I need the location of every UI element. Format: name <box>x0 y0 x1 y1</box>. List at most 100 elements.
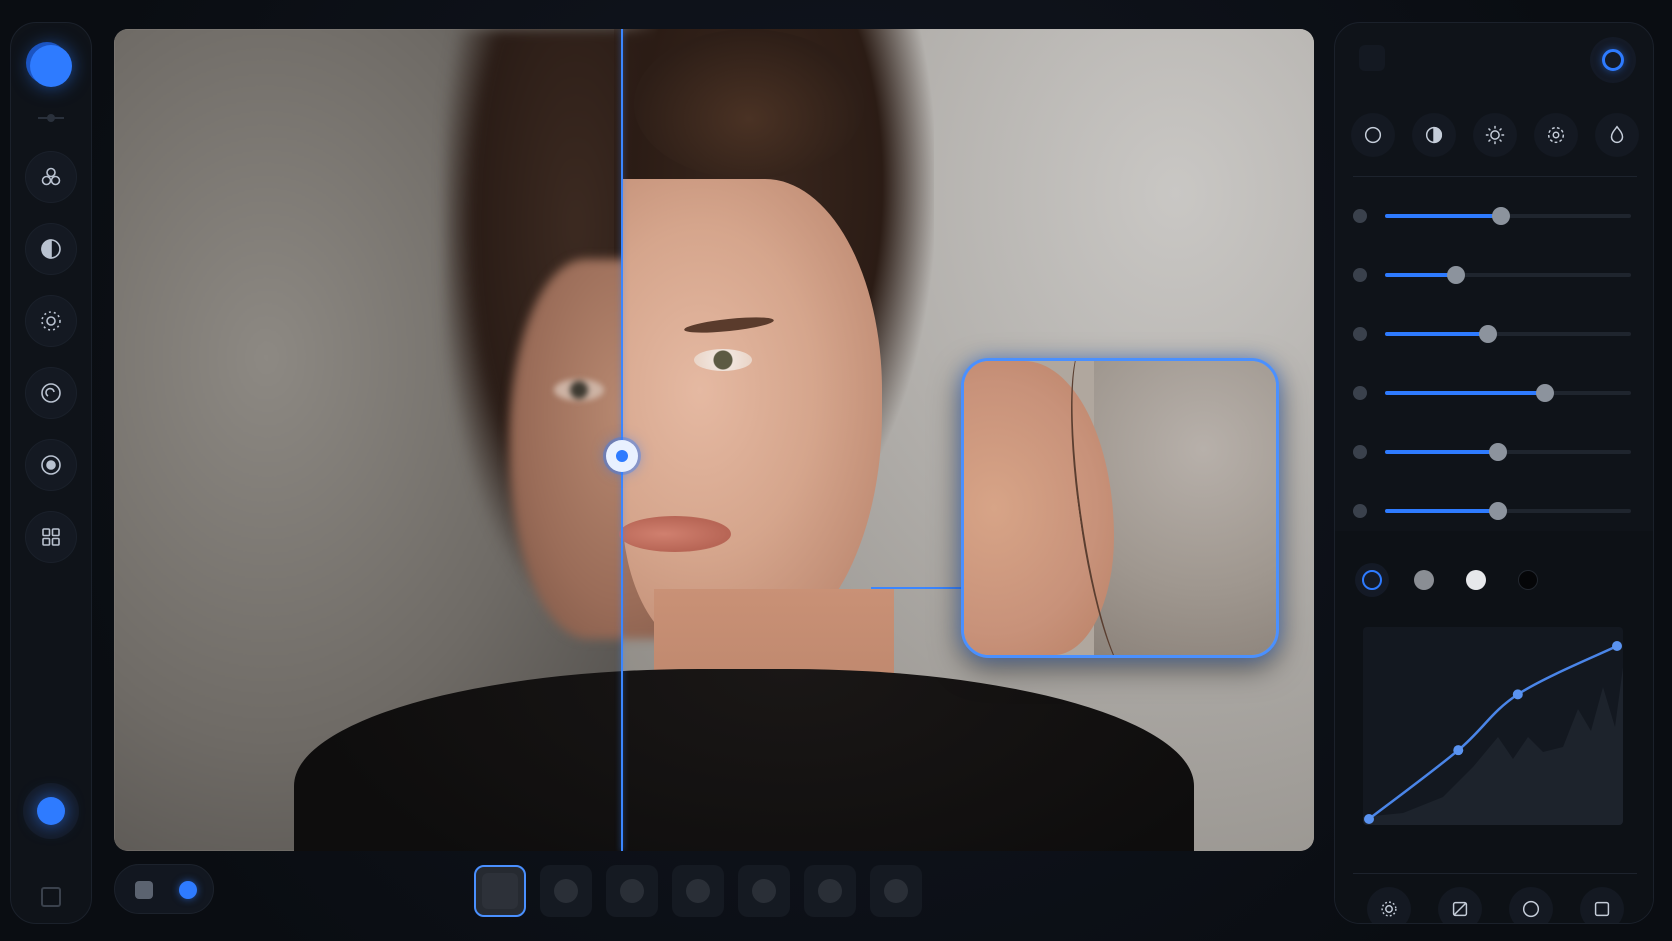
channel-rgb-button[interactable] <box>1355 563 1389 597</box>
slider-knob[interactable] <box>1489 502 1508 520</box>
loupe-connector-line <box>871 587 961 589</box>
filmstrip-thumbnail[interactable] <box>870 865 922 917</box>
tone-curve-graph[interactable] <box>1363 627 1623 825</box>
histogram-area <box>1363 667 1623 825</box>
single-view-button[interactable] <box>135 881 153 899</box>
slider-fill <box>1385 509 1499 513</box>
color-adjust-button[interactable] <box>1595 113 1639 157</box>
square-icon <box>1594 901 1609 917</box>
target-tool-button[interactable] <box>25 439 77 491</box>
exposure-tool-button[interactable] <box>25 295 77 347</box>
sun-icon <box>1485 125 1505 145</box>
contrast-icon <box>1425 126 1443 144</box>
channel-gray-button[interactable] <box>1407 563 1441 597</box>
slider-fill <box>1385 391 1545 395</box>
curve-control-point[interactable] <box>1612 641 1622 652</box>
slider-bullet <box>1353 386 1367 400</box>
target-icon <box>41 455 61 475</box>
zoom-loupe[interactable] <box>961 358 1279 658</box>
slider-fill <box>1385 273 1457 277</box>
channel-white-button[interactable] <box>1459 563 1493 597</box>
basic-adjust-button[interactable] <box>1351 113 1395 157</box>
circle-icon <box>1522 900 1539 918</box>
slider-track[interactable] <box>1385 502 1631 520</box>
exposure-icon <box>41 311 61 331</box>
spiral-tool-button[interactable] <box>25 367 77 419</box>
slider-knob[interactable] <box>1479 325 1498 343</box>
adjustment-slider[interactable] <box>1353 429 1637 488</box>
slider-track[interactable] <box>1385 266 1631 284</box>
contrast-adjust-button[interactable] <box>1412 113 1456 157</box>
detail-adjust-button[interactable] <box>1534 113 1578 157</box>
dotted-ring-icon <box>1547 126 1565 144</box>
filmstrip-thumbnail[interactable] <box>540 865 592 917</box>
image-canvas[interactable] <box>114 29 1314 851</box>
gear-sun-icon <box>1380 901 1397 917</box>
toolbar-separator <box>38 117 64 119</box>
tone-curve-section <box>1335 531 1653 923</box>
square-toggle-button[interactable] <box>41 887 61 907</box>
adjustment-slider[interactable] <box>1353 370 1637 429</box>
color-mix-tool-button[interactable] <box>25 151 77 203</box>
slider-bullet <box>1353 445 1367 459</box>
slider-fill <box>1385 450 1499 454</box>
grid-icon <box>42 528 60 546</box>
slider-track[interactable] <box>1385 384 1631 402</box>
slider-track[interactable] <box>1385 443 1631 461</box>
slider-knob[interactable] <box>1491 207 1510 225</box>
slider-knob[interactable] <box>1447 266 1466 284</box>
slider-track[interactable] <box>1385 207 1631 225</box>
slider-bullet <box>1353 504 1367 518</box>
drop-icon <box>1610 125 1624 143</box>
adjustments-panel <box>1334 22 1654 924</box>
panel-divider <box>1353 176 1637 177</box>
curve-control-point[interactable] <box>1453 745 1464 756</box>
channel-black-button[interactable] <box>1511 563 1545 597</box>
panel-handle <box>1359 45 1385 71</box>
slider-fill <box>1385 214 1501 218</box>
filmstrip-thumbnail[interactable] <box>804 865 856 917</box>
panel-toggle-button[interactable] <box>1590 37 1636 83</box>
filmstrip-thumbnail[interactable] <box>672 865 724 917</box>
curve-slash-icon <box>1452 901 1467 917</box>
compare-slider-handle[interactable] <box>606 440 638 472</box>
compare-view-button[interactable] <box>179 881 197 899</box>
slider-knob[interactable] <box>1535 384 1554 402</box>
ring-icon <box>1602 49 1624 71</box>
view-mode-toggle <box>114 864 214 914</box>
panel-bottom-tools <box>1353 887 1637 923</box>
curve-reset-button[interactable] <box>1437 887 1482 923</box>
active-dot-icon <box>37 797 65 825</box>
slider-bullet <box>1353 209 1367 223</box>
filmstrip-thumbnail[interactable] <box>738 865 790 917</box>
mask-circle-button[interactable] <box>1508 887 1553 923</box>
filmstrip-thumbnail[interactable] <box>606 865 658 917</box>
panel-divider <box>1353 873 1637 874</box>
adjustment-categories <box>1351 113 1639 157</box>
light-adjust-button[interactable] <box>1473 113 1517 157</box>
filmstrip-thumbnail[interactable] <box>474 865 526 917</box>
slider-knob[interactable] <box>1489 443 1508 461</box>
active-mode-button[interactable] <box>23 783 79 839</box>
contrast-tool-button[interactable] <box>25 223 77 275</box>
curve-channel-selector <box>1355 563 1545 597</box>
slider-track[interactable] <box>1385 325 1631 343</box>
circle-icon <box>1364 126 1382 144</box>
spiral-icon <box>41 383 61 403</box>
adjustment-slider[interactable] <box>1353 252 1637 311</box>
contrast-icon <box>41 239 61 259</box>
photo-editor-app <box>0 0 1672 941</box>
mask-square-button[interactable] <box>1579 887 1624 923</box>
adjustment-slider[interactable] <box>1353 193 1637 252</box>
slider-bullet <box>1353 327 1367 341</box>
auto-adjust-button[interactable] <box>1366 887 1411 923</box>
grid-tool-button[interactable] <box>25 511 77 563</box>
color-mix-icon <box>41 167 61 186</box>
slider-fill <box>1385 332 1489 336</box>
adjustment-slider[interactable] <box>1353 311 1637 370</box>
app-logo[interactable] <box>30 45 72 87</box>
curve-control-point[interactable] <box>1512 689 1523 700</box>
slider-bullet <box>1353 268 1367 282</box>
filmstrip <box>474 865 922 917</box>
curve-control-point[interactable] <box>1364 814 1374 824</box>
